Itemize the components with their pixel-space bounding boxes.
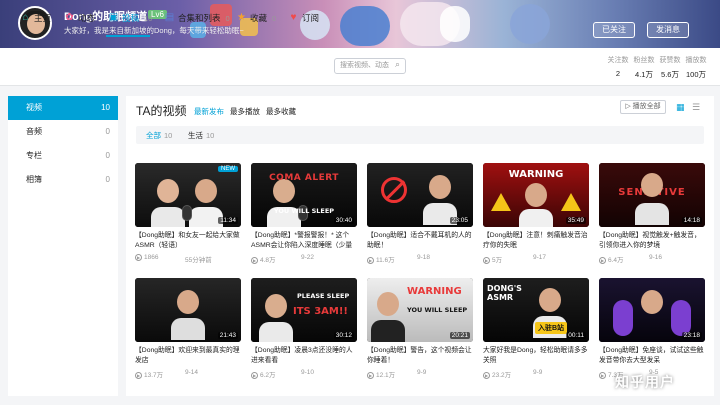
video-duration: 35:49 [565, 217, 586, 224]
video-thumbnail[interactable]: SENSITIVE 14:18 [599, 163, 705, 227]
tab-uploads[interactable]: ▣ 投稿 10 [108, 12, 153, 24]
video-meta: ▶ 23.2万 9-9 [483, 369, 543, 379]
video-thumbnail[interactable]: 21:43 [135, 278, 241, 342]
play-count-icon: ▶ [135, 371, 142, 379]
video-title[interactable]: 【Dong助眠】适合不戴耳机的人的助眠！ [367, 231, 473, 251]
sidebar-item-articles[interactable]: 专栏 0 [8, 144, 118, 168]
video-thumbnail[interactable]: WARNING 35:49 [483, 163, 589, 227]
thumbnail-caption: DONG'S ASMR [487, 284, 522, 302]
stat-following[interactable]: 关注数 2 [604, 55, 632, 78]
sidebar-item-video[interactable]: 视频 10 [8, 96, 118, 120]
tab-favorites[interactable]: ★ 收藏 0 [236, 12, 276, 24]
play-count-icon: ▶ [251, 371, 258, 379]
play-count-icon: ▶ [135, 254, 142, 261]
heart-icon: ♥ [290, 12, 297, 23]
video-title[interactable]: 大家好我是Dong，轻松助眠请多多关照 [483, 346, 589, 366]
dynamic-icon: ✿ [65, 12, 74, 23]
collection-icon: ▤ [164, 12, 175, 23]
tab-home[interactable]: ⌂ 主页 [20, 12, 51, 24]
new-badge: NEW [218, 166, 238, 172]
video-duration: 30:12 [333, 332, 354, 339]
thumbnail-caption: PLEASE SLEEP [297, 292, 350, 300]
video-duration: 21:43 [217, 332, 238, 339]
video-title[interactable]: 【Dong助眠】注意！刺痛触发音治疗你的失眠 [483, 231, 589, 251]
list-view-icon[interactable]: ☰ [692, 102, 700, 113]
video-meta: ▶ 1866 55分钟前 [135, 254, 212, 264]
video-thumbnail[interactable]: COMA ALERT YOU WILL SLEEP 30:40 [251, 163, 357, 227]
filter-all[interactable]: 全部 10 [146, 130, 172, 141]
video-meta: ▶ 6.2万 9-10 [251, 369, 315, 379]
star-icon: ★ [237, 12, 246, 23]
home-icon: ⌂ [22, 12, 29, 23]
video-duration: 20:21 [449, 332, 470, 339]
grid-view-icon[interactable]: ▦ [676, 102, 685, 113]
video-duration: 30:40 [333, 217, 354, 224]
video-thumbnail[interactable]: 23:18 [599, 278, 705, 342]
play-count-icon: ▶ [599, 371, 606, 379]
video-duration: 00:11 [566, 332, 586, 339]
user-signature: 大家好，我是来自新加坡的Dong，每天带来轻松助眠~ [64, 26, 244, 35]
thumbnail-caption: WARNING [407, 286, 462, 297]
video-title[interactable]: 【Dong助眠】视觉触发+触发音，引领你进入你的梦境 [599, 231, 705, 251]
video-meta: ▶ 11.6万 9-18 [367, 254, 431, 264]
video-thumbnail[interactable]: PLEASE SLEEP ITS 3AM!! 30:12 [251, 278, 357, 342]
video-duration: 11:34 [218, 217, 238, 224]
play-count-icon: ▶ [483, 371, 490, 379]
video-thumbnail[interactable]: NEW 11:34 [135, 163, 241, 227]
content-sidebar: 视频 10 音频 0 专栏 0 相簿 0 [8, 96, 118, 396]
purple-glove [613, 300, 633, 336]
video-meta: ▶ 5万 9-17 [483, 254, 547, 264]
video-icon: ▣ [108, 12, 119, 23]
video-thumbnail[interactable]: 23:05 [367, 163, 473, 227]
thumbnail-caption: COMA ALERT [269, 173, 339, 183]
tab-collections[interactable]: ▤ 合集和列表 0 [164, 12, 230, 24]
active-tab-indicator [106, 35, 150, 37]
video-meta: ▶ 4.8万 9-22 [251, 254, 315, 264]
video-title[interactable]: 【Dong助眠】和女友一起给大家做ASMR（轻语） [135, 231, 241, 251]
video-title[interactable]: 【Dong助眠】免座谈，试试这些触发音带你去大型发呆 [599, 346, 705, 366]
video-thumbnail[interactable]: DONG'S ASMR 入驻B站 00:11 [483, 278, 589, 342]
message-button[interactable]: 发消息 [647, 22, 689, 38]
thumbnail-caption: WARNING [508, 169, 564, 180]
sidebar-item-audio[interactable]: 音频 0 [8, 120, 118, 144]
purple-glove [671, 300, 691, 336]
filter-life[interactable]: 生活 10 [188, 130, 214, 141]
sort-most-played[interactable]: 最多播放 [230, 106, 260, 117]
stat-plays: 播放数 100万 [685, 57, 707, 79]
watermark: 知乎用户 [615, 374, 675, 390]
follow-button[interactable]: 已关注 [593, 22, 635, 38]
category-filter-bar: 全部 10 生活 10 [136, 126, 704, 144]
search-icon[interactable]: ⌕ [395, 59, 400, 70]
play-count-icon: ▶ [599, 256, 606, 264]
video-meta: ▶ 6.4万 9-16 [599, 254, 663, 264]
video-meta: ▶ 12.1万 9-9 [367, 369, 427, 379]
warning-icon [491, 193, 511, 211]
tab-subscriptions[interactable]: ♥ 订阅 [288, 12, 319, 24]
video-list-panel: TA的视频 最新发布 最多播放 最多收藏 ▷ 播放全部 ▦ ☰ 全部 10 生活 1… [126, 96, 714, 396]
video-title[interactable]: 【Dong助眠】凌晨3点还没睡的人进来看看 [251, 346, 357, 366]
play-count-icon: ▶ [367, 256, 374, 264]
video-meta: ▶ 13.7万 9-14 [135, 369, 199, 379]
tab-dynamic[interactable]: ✿ 动态 [64, 12, 95, 24]
stat-followers[interactable]: 粉丝数 4.1万 [630, 55, 658, 80]
sort-latest[interactable]: 最新发布 [194, 106, 224, 117]
play-all-button[interactable]: ▷ 播放全部 [620, 100, 666, 114]
video-duration: 14:18 [681, 217, 702, 224]
play-count-icon: ▶ [251, 256, 258, 264]
video-thumbnail[interactable]: WARNING YOU WILL SLEEP 20:21 [367, 278, 473, 342]
video-title[interactable]: 【Dong助眠】警告，这个视频会让你睡着！ [367, 346, 473, 366]
video-duration: 23:05 [449, 217, 470, 224]
sidebar-item-albums[interactable]: 相簿 0 [8, 168, 118, 192]
stat-likes: 获赞数 5.6万 [659, 57, 681, 79]
section-title: TA的视频 [136, 104, 187, 118]
video-title[interactable]: 【Dong助眠】*警报警报！* 这个ASMR会让你陷入深度睡眠（少量 [251, 231, 357, 251]
warning-icon [561, 193, 581, 211]
sort-most-favorited[interactable]: 最多收藏 [266, 106, 296, 117]
play-count-icon: ▶ [367, 371, 374, 379]
play-count-icon: ▶ [483, 256, 490, 264]
video-duration: 23:18 [681, 332, 702, 339]
join-bilibili-sticker: 入驻B站 [535, 322, 568, 334]
video-title[interactable]: 【Dong助眠】欢迎来到最真实的理发店 [135, 346, 241, 366]
